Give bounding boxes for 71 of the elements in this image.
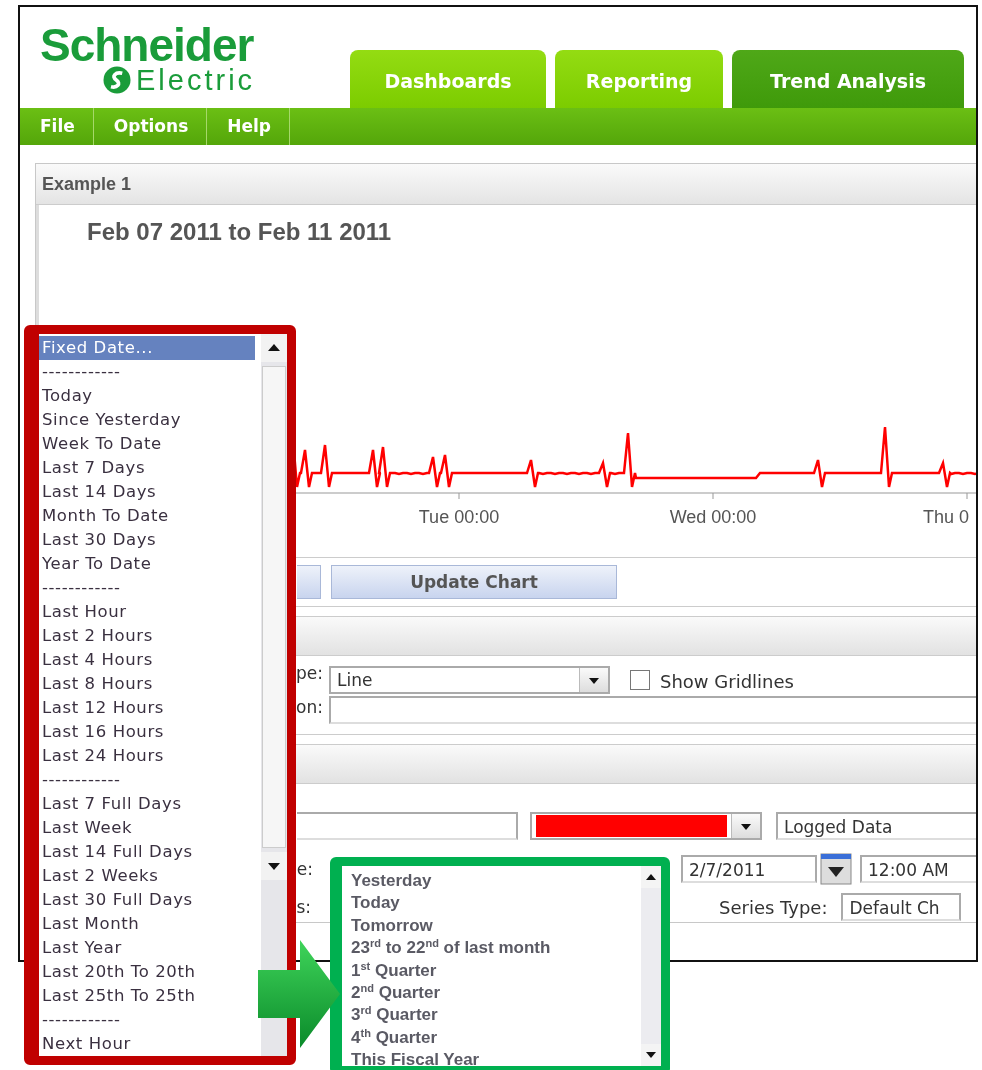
list-option[interactable]: Last 24 Hours — [39, 744, 261, 768]
axis-label: Wed 00:00 — [669, 507, 757, 527]
list-option[interactable]: Last 14 Days — [39, 480, 261, 504]
field-label: on: — [296, 697, 323, 717]
list-option[interactable]: 4$^{th}$ Quarter — [351, 1026, 641, 1050]
list-option[interactable]: Tomorrow — [351, 914, 641, 938]
list-option[interactable]: 23$^{rd}$ to 22$^{nd}$ of last month — [351, 937, 641, 960]
list-option[interactable]: Last 30 Days — [39, 528, 261, 552]
scroll-bar[interactable] — [641, 866, 661, 1066]
chart-type-select[interactable]: Line — [329, 666, 610, 694]
list-option[interactable]: ------------ — [39, 1008, 261, 1032]
list-option[interactable]: Next Hour — [39, 1032, 261, 1056]
list-option[interactable]: Last 20th To 20th — [39, 960, 261, 984]
input-field[interactable] — [297, 812, 518, 840]
scroll-down-icon[interactable] — [261, 852, 287, 880]
list-option[interactable]: 2$^{nd}$ Quarter — [351, 981, 641, 1005]
calendar-icon[interactable] — [820, 853, 852, 885]
panel-title: Example 1 — [41, 173, 132, 195]
list-option[interactable]: ------------ — [39, 360, 261, 384]
list-option[interactable]: Last Hour — [39, 600, 261, 624]
list-option[interactable]: Last 4 Hours — [39, 648, 261, 672]
list-option[interactable]: Last 16 Hours — [39, 720, 261, 744]
axis-label: Thu 0 — [923, 507, 970, 527]
scroll-bar[interactable] — [261, 334, 287, 1056]
scroll-up-icon[interactable] — [261, 334, 287, 362]
list-option[interactable]: Last 12 Hours — [39, 696, 261, 720]
date-field[interactable]: 2/7/2011 — [681, 855, 817, 883]
list-option[interactable]: Today — [351, 892, 641, 915]
list-option[interactable]: Last 7 Days — [39, 456, 261, 480]
chart-title: Feb 07 2011 to Feb 11 2011 — [87, 218, 392, 245]
list-option[interactable]: 1$^{st}$ Quarter — [351, 959, 641, 982]
input-field[interactable]: Logged Data — [776, 812, 976, 840]
axis-label: Tue 00:00 — [418, 507, 500, 527]
scroll-down-icon[interactable] — [641, 1044, 661, 1066]
list-option[interactable]: ------------ — [39, 768, 261, 792]
checkbox-label: Show Gridlines — [660, 670, 794, 692]
list-option[interactable]: Last 2 Weeks — [39, 864, 261, 888]
list-option[interactable]: Yesterday — [351, 870, 641, 893]
logo-wordmark-subtitle: Electric — [136, 65, 256, 95]
list-option[interactable]: Since Yesterday — [39, 408, 261, 432]
list-option[interactable]: Last Year — [39, 936, 261, 960]
checkbox[interactable] — [630, 670, 650, 690]
list-option[interactable]: ------------ — [39, 576, 261, 600]
list-option[interactable]: Week To Date — [39, 432, 261, 456]
arrow-icon — [258, 940, 340, 1048]
logo-mark-icon — [102, 65, 132, 95]
list-option[interactable]: Last Week — [39, 816, 261, 840]
list-option[interactable]: Last Month — [39, 912, 261, 936]
list-option[interactable]: Last 2 Hours — [39, 624, 261, 648]
logo-wordmark: Schneider — [40, 23, 255, 67]
time-field[interactable]: 12:00 AM — [860, 855, 976, 883]
field-label: e: — [296, 859, 313, 879]
list-option[interactable]: Today — [39, 384, 261, 408]
list-option[interactable]: 3$^{rd}$ Quarter — [351, 1004, 641, 1027]
list-option[interactable]: This Fiscal Year — [351, 1049, 641, 1066]
list-option[interactable]: Last 25th To 25th — [39, 984, 261, 1008]
field-label: s: — [296, 897, 311, 917]
list-option[interactable]: Last 8 Hours — [39, 672, 261, 696]
field-label: Series Type: — [719, 896, 828, 918]
field-label: pe: — [296, 663, 323, 683]
list-option[interactable]: Last 7 Full Days — [39, 792, 261, 816]
series-type-select[interactable]: Default Ch — [841, 893, 962, 921]
list-option[interactable]: Month To Date — [39, 504, 261, 528]
list-option[interactable]: Last 30 Full Days — [39, 888, 261, 912]
input-field[interactable] — [329, 696, 976, 724]
list-option[interactable]: Fixed Date... — [39, 336, 255, 360]
scroll-up-icon[interactable] — [641, 866, 661, 888]
list-option[interactable]: Last 14 Full Days — [39, 840, 261, 864]
color-select[interactable] — [530, 812, 762, 840]
update-chart-button[interactable]: Update Chart — [331, 565, 617, 599]
list-option[interactable]: Year To Date — [39, 552, 261, 576]
